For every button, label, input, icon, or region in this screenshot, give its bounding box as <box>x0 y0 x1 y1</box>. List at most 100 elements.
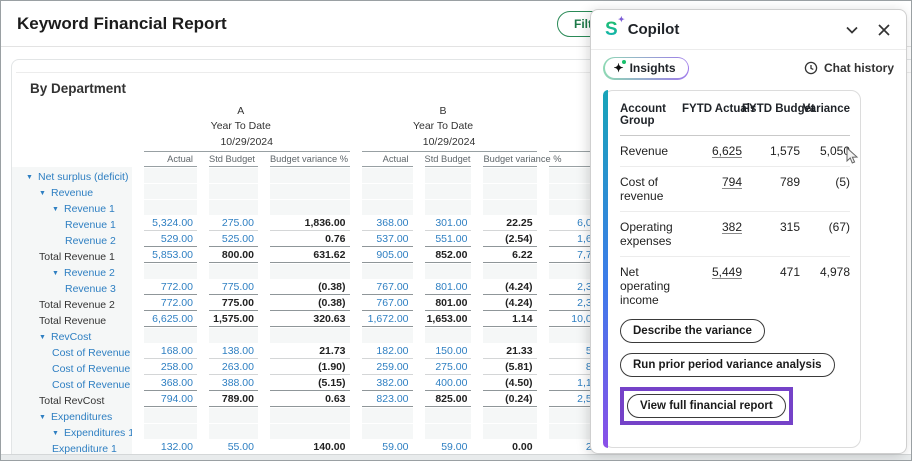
header-spacer <box>12 119 132 134</box>
cell-value[interactable]: 168.00 <box>144 344 197 359</box>
cell-value[interactable]: 525.00 <box>209 232 258 247</box>
cell-value[interactable]: 275.00 <box>209 216 258 231</box>
cell-value[interactable]: 1,672.00 <box>362 312 413 327</box>
collapse-triangle-icon[interactable]: ▼ <box>26 174 38 181</box>
row-label[interactable]: Cost of Revenue 2 <box>12 359 132 375</box>
cell-value[interactable]: 59.00 <box>362 440 413 455</box>
table-row: ▼Expenditures 1 <box>12 423 622 439</box>
chevron-down-icon[interactable] <box>844 22 860 38</box>
cell-value[interactable]: 301.00 <box>425 216 472 231</box>
collapse-triangle-icon[interactable]: ▼ <box>52 206 64 213</box>
cell-value[interactable]: 382.00 <box>362 376 413 391</box>
column-group-b-name: B <box>350 104 537 119</box>
row-label-text: Revenue 1 <box>65 219 116 231</box>
row-label-text: Net surplus (deficit) <box>38 171 128 183</box>
chat-history-button[interactable]: Chat history <box>804 61 894 75</box>
cell-value[interactable]: 529.00 <box>144 232 197 247</box>
row-label[interactable]: ▼Revenue <box>12 183 132 199</box>
variance-summary-table: Account Group FYTD Actuals FYTD Budget V… <box>620 97 850 315</box>
cell-value[interactable]: 767.00 <box>362 296 413 311</box>
suggestion-button[interactable]: Run prior period variance analysis <box>620 353 835 377</box>
cell-value: 0.63 <box>270 392 350 407</box>
row-label[interactable]: Cost of Revenue 1 <box>12 343 132 359</box>
empty-cell <box>209 328 258 343</box>
cell-value[interactable]: 905.00 <box>362 248 413 263</box>
cell-value[interactable]: 275.00 <box>425 360 472 375</box>
row-label[interactable]: Revenue 1 <box>12 215 132 231</box>
cell-value[interactable]: 772.00 <box>144 280 197 295</box>
empty-cell <box>483 200 536 215</box>
row-label[interactable]: ▼Expenditures <box>12 407 132 423</box>
cell-value[interactable]: 388.00 <box>209 376 258 391</box>
cell-value[interactable]: 801.00 <box>425 280 472 295</box>
cell-value[interactable]: 263.00 <box>209 360 258 375</box>
cell-value[interactable]: 6,625.00 <box>144 312 197 327</box>
cell-value[interactable]: 132.00 <box>144 440 197 455</box>
cell-value: 852.00 <box>425 248 472 263</box>
row-label[interactable]: ▼Revenue 1 <box>12 199 132 215</box>
row-label-text: Cost of Revenue 2 <box>52 363 132 375</box>
cell-value[interactable]: 823.00 <box>362 392 413 407</box>
cell-value[interactable]: 551.00 <box>425 232 472 247</box>
ai-table-row: Net operating income5,4494714,978 <box>620 257 850 316</box>
empty-cell <box>209 424 258 439</box>
empty-cell <box>270 168 350 183</box>
column-header-std-budget: Std Budget <box>413 152 472 167</box>
ai-budget-value: 1,575 <box>742 136 800 167</box>
cell-value[interactable]: 258.00 <box>144 360 197 375</box>
suggestion-button[interactable]: Describe the variance <box>620 319 765 343</box>
table-row: Cost of Revenue 2258.00263.00(1.90)259.0… <box>12 359 622 375</box>
copilot-logo-icon: S✦ <box>605 19 618 41</box>
cell-value: (2.54) <box>483 232 536 247</box>
ai-actuals-link[interactable]: 6,625 <box>712 144 742 158</box>
cell-value[interactable]: 368.00 <box>144 376 197 391</box>
cell-value[interactable]: 5,324.00 <box>144 216 197 231</box>
row-label[interactable]: ▼RevCost <box>12 327 132 343</box>
row-label: Total RevCost <box>12 391 132 407</box>
empty-cell <box>425 328 472 343</box>
row-label[interactable]: Revenue 3 <box>12 279 132 295</box>
cell-value[interactable]: 772.00 <box>144 296 197 311</box>
row-label[interactable]: Expenditure 1 <box>12 439 132 455</box>
cell-value[interactable]: 775.00 <box>209 280 258 295</box>
row-label[interactable]: Revenue 2 <box>12 231 132 247</box>
column-group-a-date: 10/29/2024 <box>132 134 350 152</box>
collapse-triangle-icon[interactable]: ▼ <box>39 190 51 197</box>
cell-value[interactable]: 259.00 <box>362 360 413 375</box>
row-label[interactable]: ▼Revenue 2 <box>12 263 132 279</box>
ai-actuals-link[interactable]: 794 <box>722 175 742 189</box>
table-row: ▼Revenue 2 <box>12 263 622 279</box>
cell-value[interactable]: 55.00 <box>209 440 258 455</box>
ai-actuals-link[interactable]: 382 <box>722 220 742 234</box>
collapse-triangle-icon[interactable]: ▼ <box>52 430 64 437</box>
cell-value[interactable]: 138.00 <box>209 344 258 359</box>
row-label[interactable]: ▼Expenditures 1 <box>12 423 132 439</box>
collapse-triangle-icon[interactable]: ▼ <box>39 414 51 421</box>
empty-cell <box>270 264 350 279</box>
cell-value[interactable]: 5,853.00 <box>144 248 197 263</box>
table-row: Expenditure 1132.0055.00140.0059.0059.00… <box>12 439 622 455</box>
cell-value[interactable]: 794.00 <box>144 392 197 407</box>
collapse-triangle-icon[interactable]: ▼ <box>39 334 51 341</box>
insights-button[interactable]: ✦ Insights <box>603 57 689 80</box>
row-label[interactable]: ▼Net surplus (deficit) <box>12 167 132 183</box>
cell-value: (5.15) <box>270 376 350 391</box>
cell-value[interactable]: 59.00 <box>425 440 472 455</box>
row-label[interactable]: Cost of Revenue 3 <box>12 375 132 391</box>
ai-account-group: Net operating income <box>620 257 682 316</box>
cell-value[interactable]: 368.00 <box>362 216 413 231</box>
suggestion-button[interactable]: View full financial report <box>627 394 786 418</box>
empty-cell <box>209 264 258 279</box>
cell-value[interactable]: 767.00 <box>362 280 413 295</box>
ai-actuals-link[interactable]: 5,449 <box>712 265 742 279</box>
cell-value[interactable]: 150.00 <box>425 344 472 359</box>
cell-value[interactable]: 400.00 <box>425 376 472 391</box>
cell-value[interactable]: 537.00 <box>362 232 413 247</box>
empty-cell <box>483 328 536 343</box>
empty-cell <box>483 264 536 279</box>
close-icon[interactable] <box>876 22 892 38</box>
collapse-triangle-icon[interactable]: ▼ <box>52 270 64 277</box>
table-row: Cost of Revenue 1168.00138.0021.73182.00… <box>12 343 622 359</box>
cell-value[interactable]: 182.00 <box>362 344 413 359</box>
table-row: ▼Net surplus (deficit) <box>12 167 622 183</box>
